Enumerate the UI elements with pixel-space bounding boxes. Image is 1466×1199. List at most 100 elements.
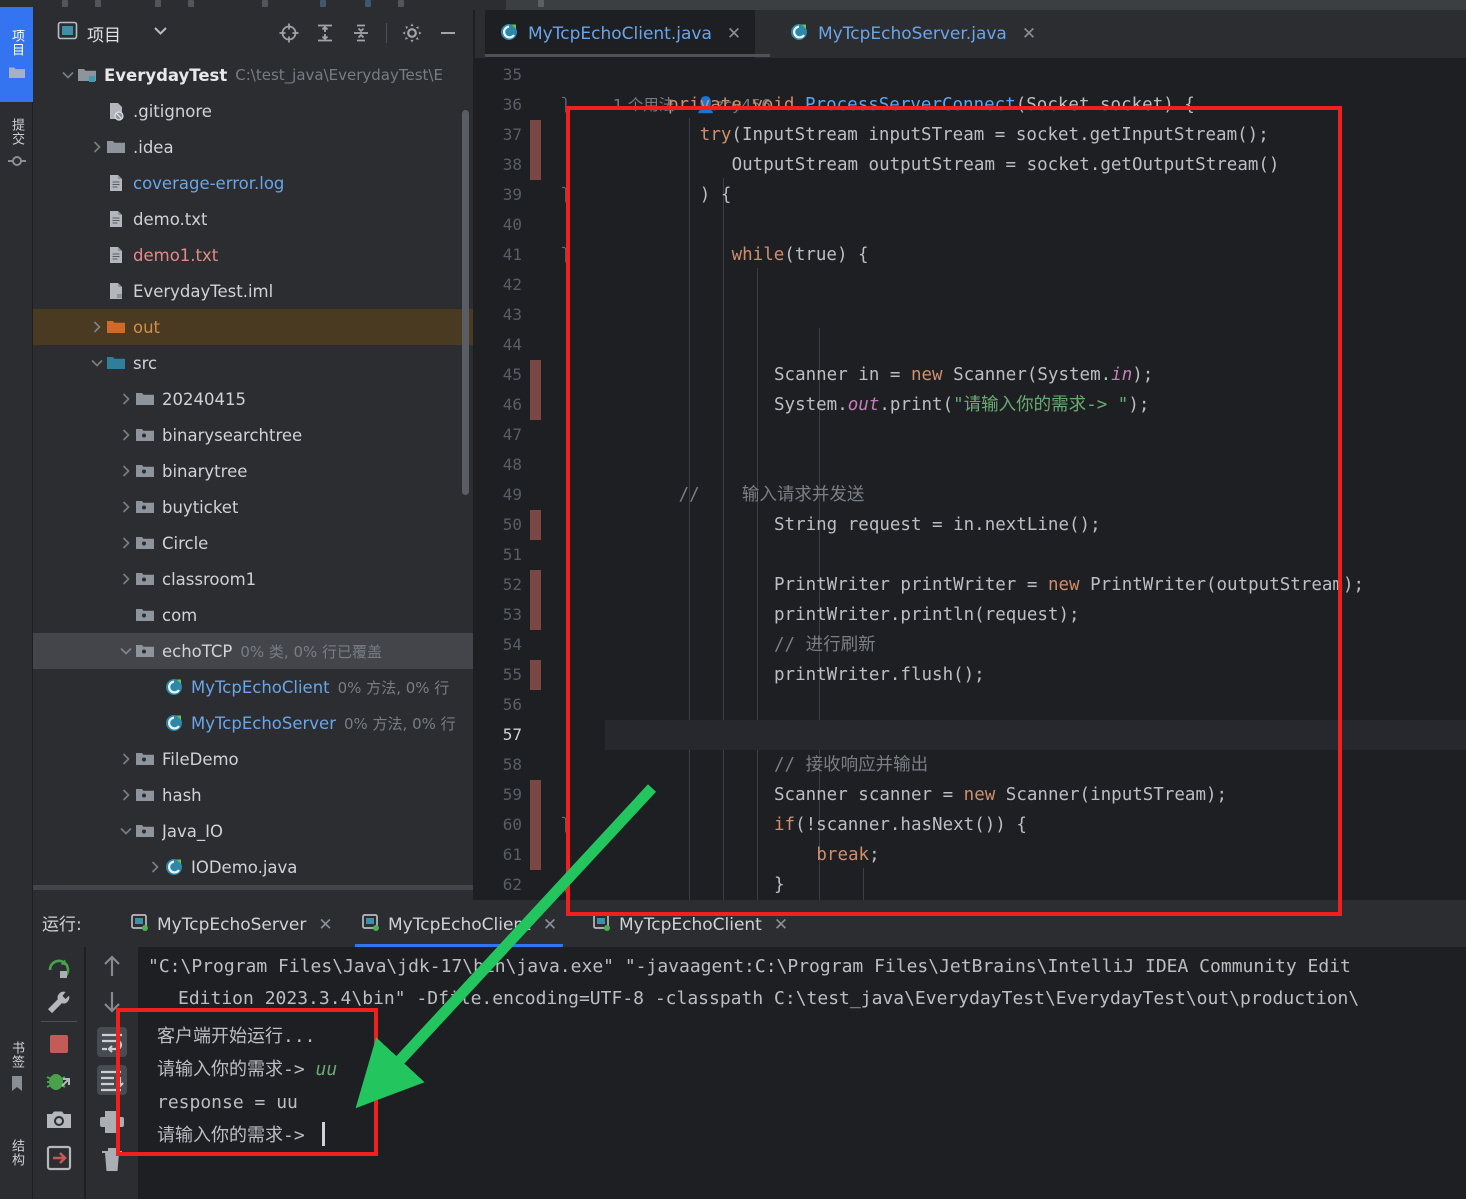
code-line[interactable] [605, 300, 1466, 330]
run-console[interactable]: "C:\Program Files\Java\jdk-17\bin\java.e… [139, 947, 1466, 1199]
chevron-right-icon[interactable] [117, 426, 135, 444]
run-tab[interactable]: MyTcpEchoClient ✕ [579, 903, 801, 947]
tree-row[interactable]: coverage-error.log [33, 165, 473, 201]
code-line[interactable]: // 进行刷新 [605, 630, 1466, 660]
tree-row[interactable]: .gitignore [33, 93, 473, 129]
tree-row[interactable]: hash [33, 777, 473, 813]
tree-row[interactable]: FileDemo [33, 741, 473, 777]
tree-row[interactable]: Circle [33, 525, 473, 561]
editor-gutter[interactable]: 35 36 ⎫ 37 38 39 ⎫ 40 41 ⎫ 42 43 44 45 46 47 48 49 50 51 52 5… [475, 58, 605, 900]
tree-row[interactable]: .idea [33, 129, 473, 165]
coverage-marker[interactable] [530, 510, 541, 540]
code-line[interactable] [605, 450, 1466, 480]
chevron-right-icon[interactable] [117, 462, 135, 480]
chevron-right-icon[interactable] [117, 498, 135, 516]
activity-item-structure[interactable]: 结构 [0, 1116, 33, 1190]
tree-row[interactable]: out [33, 309, 473, 345]
code-line[interactable]: printWriter.flush(); [605, 660, 1466, 690]
code-line[interactable]: Scanner scanner = new Scanner(inputSTrea… [605, 780, 1466, 810]
arrow-up-icon[interactable] [97, 951, 127, 981]
print-icon[interactable] [97, 1107, 127, 1137]
tree-row[interactable]: EverydayTest C:\test_java\EverydayTest\E [33, 57, 473, 93]
select-opened-file-icon[interactable] [278, 22, 300, 44]
code-line[interactable]: String request = in.nextLine(); [605, 510, 1466, 540]
chevron-right-icon[interactable] [117, 570, 135, 588]
rerun-icon[interactable] [44, 955, 74, 985]
coverage-marker[interactable] [530, 660, 541, 690]
coverage-marker[interactable] [530, 150, 541, 180]
settings-wrench-icon[interactable] [44, 988, 74, 1018]
chevron-down-icon[interactable] [117, 642, 135, 660]
tree-row[interactable]: MyTcpEchoServer 0% 方法, 0% 行 [33, 705, 473, 741]
coverage-marker[interactable] [530, 810, 541, 840]
code-line[interactable]: try(InputStream inputSTream = socket.get… [605, 120, 1466, 150]
code-line[interactable]: printWriter.println(request); [605, 600, 1466, 630]
close-icon[interactable]: ✕ [543, 915, 557, 935]
tree-row[interactable]: echoTCP 0% 类, 0% 行已覆盖 [33, 633, 473, 669]
close-icon[interactable]: ✕ [727, 24, 741, 44]
run-tab[interactable]: MyTcpEchoServer ✕ [117, 903, 346, 947]
minimize-icon[interactable] [437, 22, 459, 44]
fold-marker[interactable]: ⎫ [561, 180, 577, 210]
code-line[interactable]: if(!scanner.hasNext()) { [605, 810, 1466, 840]
chevron-right-icon[interactable] [146, 858, 164, 876]
tree-row[interactable]: buyticket [33, 489, 473, 525]
tree-row[interactable]: MyTcpEchoClient 0% 方法, 0% 行 [33, 669, 473, 705]
tree-row[interactable]: IODemo.java [33, 849, 473, 885]
stop-icon[interactable] [44, 1029, 74, 1059]
soft-wrap-icon[interactable] [97, 1027, 127, 1057]
tree-row[interactable]: src [33, 345, 473, 381]
code-line[interactable] [605, 270, 1466, 300]
code-line[interactable]: ) { [605, 180, 1466, 210]
debug-icon[interactable] [44, 1067, 74, 1097]
coverage-marker[interactable] [530, 360, 541, 390]
code-line[interactable] [605, 690, 1466, 720]
chevron-right-icon[interactable] [88, 138, 106, 156]
project-tree-scrollbar[interactable] [462, 110, 469, 495]
code-line[interactable]: OutputStream outputStream = socket.getOu… [605, 150, 1466, 180]
code-line[interactable]: // 输入请求并发送 [605, 480, 1466, 510]
coverage-marker[interactable] [530, 120, 541, 150]
code-line[interactable]: // 接收响应并输出 [605, 750, 1466, 780]
fold-marker[interactable]: ⎫ [561, 810, 577, 840]
code-line[interactable] [605, 720, 1466, 750]
activity-item-commit[interactable]: 提交 [0, 106, 33, 184]
fold-marker[interactable]: ⎫ [561, 240, 577, 270]
activity-item-bookmarks[interactable]: 书签 [0, 1030, 33, 1106]
close-icon[interactable]: ✕ [1022, 24, 1036, 44]
code-line[interactable]: break; [605, 840, 1466, 870]
expand-all-icon[interactable] [314, 22, 336, 44]
editor-tab[interactable]: MyTcpEchoServer.java ✕ [775, 10, 1050, 58]
coverage-marker[interactable] [530, 840, 541, 870]
editor-tab[interactable]: MyTcpEchoClient.java ✕ [485, 10, 756, 58]
tree-row[interactable]: EverydayTest.iml [33, 273, 473, 309]
code-line[interactable] [605, 330, 1466, 360]
settings-gear-icon[interactable] [401, 22, 423, 44]
tree-row[interactable]: com [33, 597, 473, 633]
chevron-right-icon[interactable] [117, 786, 135, 804]
fold-marker[interactable]: ⎫ [561, 870, 577, 900]
coverage-marker[interactable] [530, 600, 541, 630]
code-line[interactable] [605, 210, 1466, 240]
chevron-right-icon[interactable] [117, 534, 135, 552]
tree-row[interactable]: binarytree [33, 453, 473, 489]
coverage-marker[interactable] [530, 390, 541, 420]
close-icon[interactable]: ✕ [774, 915, 788, 935]
code-line[interactable] [605, 540, 1466, 570]
scroll-to-end-icon[interactable] [97, 1065, 127, 1095]
project-tree[interactable]: EverydayTest C:\test_java\EverydayTest\E.… [33, 57, 473, 900]
chevron-right-icon[interactable] [117, 750, 135, 768]
code-line[interactable]: Scanner in = new Scanner(System.in); [605, 360, 1466, 390]
chevron-down-icon[interactable] [88, 354, 106, 372]
exit-icon[interactable] [44, 1143, 74, 1173]
code-line[interactable]: while(true) { [605, 240, 1466, 270]
activity-item-project[interactable]: 项目 [0, 10, 33, 102]
fold-marker[interactable]: ⎫ [561, 90, 577, 120]
arrow-down-icon[interactable] [97, 987, 127, 1017]
coverage-marker[interactable] [530, 570, 541, 600]
tree-row[interactable]: 20240415 [33, 381, 473, 417]
chevron-right-icon[interactable] [88, 318, 106, 336]
code-line[interactable] [605, 60, 1466, 90]
close-icon[interactable]: ✕ [318, 915, 332, 935]
code-line[interactable] [605, 420, 1466, 450]
